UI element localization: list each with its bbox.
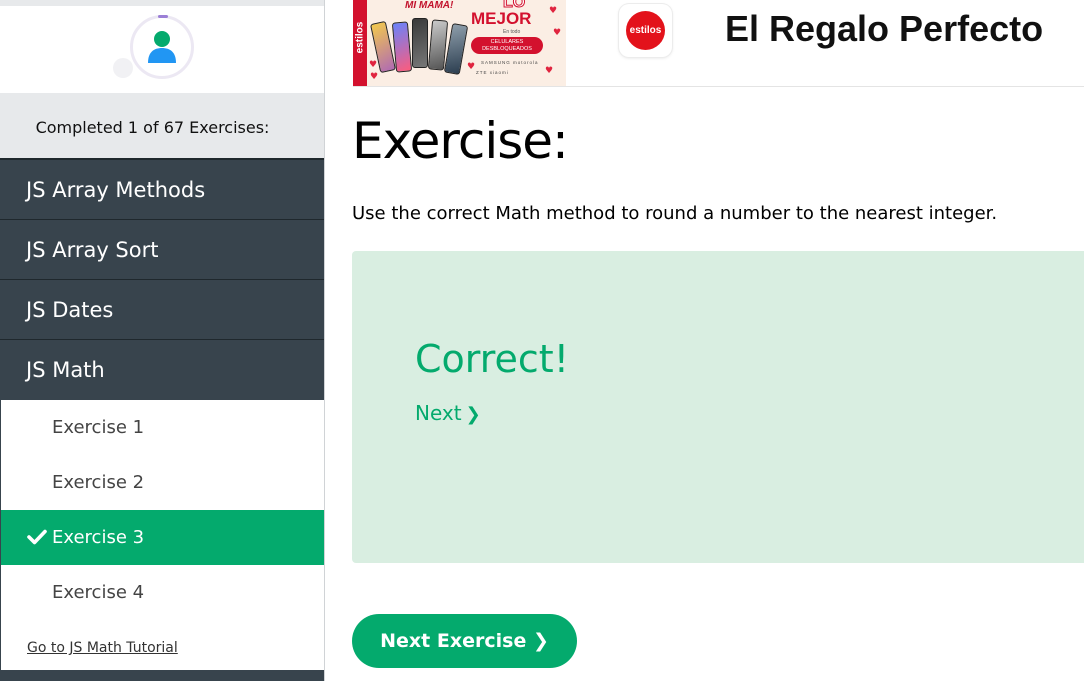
ad-pill: CELULARES DESBLOQUEADOS <box>471 37 543 54</box>
topic-js-array-methods[interactable]: JS Array Methods <box>0 160 325 220</box>
tutorial-link[interactable]: Go to JS Math Tutorial <box>1 620 324 670</box>
sidebar-footer <box>0 670 325 681</box>
avatar[interactable] <box>130 15 194 79</box>
checkmark-icon <box>27 510 49 565</box>
ad-side-text: estilos <box>354 21 366 54</box>
next-link[interactable]: Next ❯ <box>415 401 481 425</box>
avatar-badge <box>113 58 133 78</box>
ad-logo[interactable]: estilos <box>619 4 672 57</box>
page-title: Exercise: <box>352 112 569 170</box>
ad-tagline: MI MAMÁ! <box>405 0 454 11</box>
ad-side-strip: estilos <box>353 0 367 86</box>
divider <box>353 86 1084 87</box>
phone-image <box>443 22 469 76</box>
exercise-list: Exercise 1 Exercise 2 Exercise 3 Exercis… <box>0 400 324 670</box>
ad-brands: ZTE xiaomi <box>476 70 509 75</box>
topic-js-dates[interactable]: JS Dates <box>0 280 325 340</box>
exercise-item-4[interactable]: Exercise 4 <box>1 565 324 620</box>
topic-js-array-sort[interactable]: JS Array Sort <box>0 220 325 280</box>
ad-banner[interactable]: estilos MI MAMÁ! LO MEJOR En todo CELULA… <box>353 0 566 86</box>
heart-icon: ♥ <box>369 60 378 70</box>
topic-js-math[interactable]: JS Math <box>0 340 325 400</box>
sidebar: Completed 1 of 67 Exercises: JS Array Me… <box>0 0 325 681</box>
topic-list: JS Array Methods JS Array Sort JS Dates … <box>0 158 325 681</box>
phone-image <box>391 21 413 73</box>
exercise-item-1[interactable]: Exercise 1 <box>1 400 324 455</box>
phone-image <box>412 18 428 68</box>
exercise-item-2[interactable]: Exercise 2 <box>1 455 324 510</box>
result-status: Correct! <box>415 337 569 381</box>
exercise-label: Exercise 4 <box>52 582 145 603</box>
profile-panel <box>0 6 324 93</box>
chevron-right-icon: ❯ <box>465 404 481 425</box>
progress-text: Completed 1 of 67 Exercises: <box>35 118 270 137</box>
heart-icon: ♥ <box>553 28 562 38</box>
result-panel: Correct! Next ❯ <box>352 251 1084 563</box>
heart-icon: ♥ <box>549 6 558 16</box>
ad-headline[interactable]: El Regalo Perfecto <box>725 8 1043 50</box>
exercise-instruction: Use the correct Math method to round a n… <box>352 203 998 224</box>
exercise-label: Exercise 3 <box>52 527 145 548</box>
ad-small-text: En todo <box>503 29 521 35</box>
next-exercise-button[interactable]: Next Exercise ❯ <box>352 614 577 668</box>
user-icon <box>148 31 176 63</box>
ad-mejor: MEJOR <box>471 9 532 28</box>
next-link-label: Next <box>415 401 462 425</box>
exercise-label: Exercise 2 <box>52 472 145 493</box>
heart-icon: ♥ <box>467 62 476 72</box>
exercise-item-3[interactable]: Exercise 3 <box>1 510 324 565</box>
exercise-label: Exercise 1 <box>52 417 145 438</box>
ad-brands: SAMSUNG motorola <box>481 60 539 65</box>
heart-icon: ♥ <box>545 66 554 76</box>
estilos-logo: estilos <box>626 11 665 50</box>
heart-icon: ♥ <box>370 72 379 82</box>
